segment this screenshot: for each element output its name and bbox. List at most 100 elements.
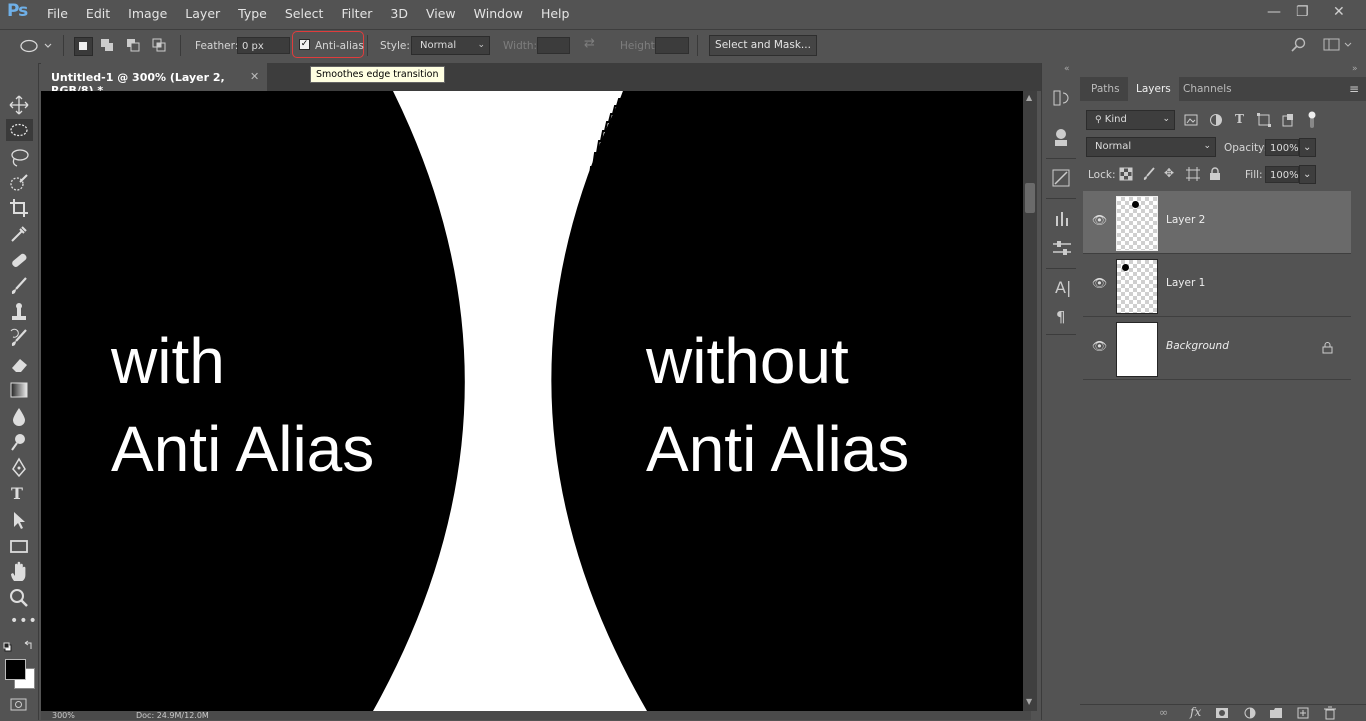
swap-icon[interactable]: ⇄ bbox=[584, 36, 595, 51]
restore-icon[interactable]: ❐ bbox=[1296, 4, 1309, 20]
quick-selection-tool-icon[interactable] bbox=[8, 172, 30, 194]
visibility-eye-icon[interactable]: 👁 bbox=[1092, 339, 1107, 353]
history-brush-tool-icon[interactable] bbox=[8, 327, 30, 349]
scroll-thumb[interactable] bbox=[1025, 183, 1035, 213]
add-to-selection-icon[interactable] bbox=[100, 38, 115, 53]
filter-shape-icon[interactable] bbox=[1257, 113, 1271, 127]
fill-dropdown-icon[interactable]: ⌄ bbox=[1299, 165, 1316, 184]
filter-smart-object-icon[interactable] bbox=[1281, 113, 1295, 127]
lock-position-icon[interactable]: ✥ bbox=[1164, 166, 1174, 180]
intersect-selection-icon[interactable] bbox=[152, 38, 167, 53]
crop-tool-icon[interactable] bbox=[8, 197, 30, 219]
delete-layer-icon[interactable] bbox=[1323, 706, 1337, 720]
opacity-input[interactable]: 100% bbox=[1265, 139, 1299, 156]
close-icon[interactable]: ✕ bbox=[1333, 4, 1345, 20]
elliptical-marquee-preset-icon[interactable] bbox=[18, 37, 54, 55]
layer-row-layer-2[interactable]: 👁 Layer 2 bbox=[1083, 191, 1351, 254]
select-and-mask-button[interactable]: Select and Mask... bbox=[709, 35, 817, 56]
search-icon[interactable] bbox=[1291, 37, 1307, 53]
adjustments-panel-icon[interactable] bbox=[1051, 238, 1073, 260]
panel-menu-icon[interactable]: ≡ bbox=[1349, 82, 1359, 96]
new-adjustment-layer-icon[interactable] bbox=[1243, 707, 1257, 719]
menu-view[interactable]: View bbox=[417, 6, 465, 21]
more-tools-icon[interactable]: ••• bbox=[10, 613, 38, 629]
properties-panel-icon[interactable] bbox=[1051, 126, 1071, 148]
menu-filter[interactable]: Filter bbox=[332, 6, 381, 21]
foreground-color-swatch[interactable] bbox=[5, 659, 26, 680]
menu-edit[interactable]: Edit bbox=[77, 6, 119, 21]
lock-transparent-icon[interactable] bbox=[1119, 167, 1133, 181]
layer-name[interactable]: Background bbox=[1166, 340, 1229, 352]
filter-toggle-icon[interactable] bbox=[1305, 110, 1319, 130]
brushes-panel-icon[interactable] bbox=[1051, 208, 1073, 230]
filter-kind-select[interactable]: ⚲ Kind ⌄ bbox=[1086, 110, 1175, 130]
layer-name[interactable]: Layer 2 bbox=[1166, 214, 1205, 226]
blend-mode-select[interactable]: Normal ⌄ bbox=[1086, 137, 1216, 157]
type-tool-icon[interactable]: T bbox=[11, 484, 23, 503]
history-panel-icon[interactable] bbox=[1051, 88, 1071, 108]
eraser-tool-icon[interactable] bbox=[8, 353, 30, 375]
vertical-scrollbar[interactable]: ▲ ▼ bbox=[1023, 91, 1037, 711]
menu-image[interactable]: Image bbox=[119, 6, 176, 21]
tab-layers[interactable]: Layers bbox=[1128, 77, 1179, 101]
menu-help[interactable]: Help bbox=[532, 6, 579, 21]
default-colors-icon[interactable] bbox=[3, 640, 35, 654]
add-mask-icon[interactable] bbox=[1215, 707, 1229, 719]
zoom-level[interactable]: 300% bbox=[52, 711, 75, 720]
paragraph-panel-icon[interactable]: ¶ bbox=[1056, 308, 1066, 326]
width-input[interactable] bbox=[537, 37, 570, 54]
pen-tool-icon[interactable] bbox=[8, 457, 30, 479]
tab-paths[interactable]: Paths bbox=[1083, 77, 1128, 101]
document-canvas[interactable]: with Anti Alias without Anti Alias bbox=[41, 91, 1023, 711]
layer-row-background[interactable]: 👁 Background bbox=[1083, 317, 1351, 380]
healing-brush-tool-icon[interactable] bbox=[8, 249, 30, 271]
menu-file[interactable]: File bbox=[38, 6, 77, 21]
style-select[interactable]: Normal ⌄ bbox=[411, 36, 490, 55]
filter-pixel-icon[interactable] bbox=[1184, 113, 1198, 127]
lasso-tool-icon[interactable] bbox=[8, 146, 30, 168]
workspace-icon[interactable] bbox=[1323, 37, 1353, 53]
document-tab[interactable]: Untitled-1 @ 300% (Layer 2, RGB/8) * ✕ bbox=[41, 63, 267, 97]
marquee-tool-active[interactable] bbox=[6, 119, 33, 141]
antialias-checkbox[interactable]: ✓ bbox=[299, 39, 310, 50]
height-input[interactable] bbox=[655, 37, 689, 54]
scroll-up-icon[interactable]: ▲ bbox=[1026, 93, 1032, 102]
close-tab-icon[interactable]: ✕ bbox=[250, 70, 259, 83]
character-panel-icon[interactable]: A| bbox=[1055, 278, 1071, 297]
link-layers-icon[interactable]: ∞ bbox=[1159, 706, 1168, 719]
collapse-panel-icon[interactable]: » bbox=[1352, 64, 1358, 74]
new-layer-icon[interactable] bbox=[1296, 707, 1310, 719]
lock-all-icon[interactable] bbox=[1209, 167, 1221, 181]
brush-settings-panel-icon[interactable] bbox=[1051, 168, 1073, 190]
gradient-tool-icon[interactable] bbox=[8, 379, 30, 401]
feather-input[interactable]: 0 px bbox=[237, 37, 290, 54]
eyedropper-tool-icon[interactable] bbox=[8, 223, 30, 245]
move-tool-icon[interactable] bbox=[8, 94, 30, 116]
minimize-icon[interactable]: — bbox=[1267, 4, 1281, 20]
subtract-from-selection-icon[interactable] bbox=[126, 38, 141, 53]
blur-tool-icon[interactable] bbox=[8, 405, 30, 427]
layer-name[interactable]: Layer 1 bbox=[1166, 277, 1205, 289]
path-selection-tool-icon[interactable] bbox=[8, 509, 30, 531]
layer-style-icon[interactable]: fx bbox=[1190, 705, 1201, 719]
scroll-down-icon[interactable]: ▼ bbox=[1026, 697, 1032, 706]
rectangle-tool-icon[interactable] bbox=[8, 535, 30, 557]
visibility-eye-icon[interactable]: 👁 bbox=[1092, 276, 1107, 290]
hand-tool-icon[interactable] bbox=[8, 561, 30, 583]
tab-channels[interactable]: Channels bbox=[1175, 77, 1240, 101]
visibility-eye-icon[interactable]: 👁 bbox=[1092, 213, 1107, 227]
clone-stamp-tool-icon[interactable] bbox=[8, 301, 30, 323]
menu-select[interactable]: Select bbox=[276, 6, 333, 21]
new-selection-icon[interactable] bbox=[74, 37, 93, 56]
zoom-tool-icon[interactable] bbox=[8, 587, 30, 609]
fill-input[interactable]: 100% bbox=[1265, 166, 1299, 183]
opacity-dropdown-icon[interactable]: ⌄ bbox=[1299, 138, 1316, 157]
menu-type[interactable]: Type bbox=[229, 6, 276, 21]
menu-layer[interactable]: Layer bbox=[176, 6, 229, 21]
filter-adjustment-icon[interactable] bbox=[1209, 113, 1223, 127]
new-group-icon[interactable] bbox=[1269, 707, 1283, 719]
menu-3d[interactable]: 3D bbox=[381, 6, 417, 21]
dodge-tool-icon[interactable] bbox=[8, 431, 30, 453]
menu-window[interactable]: Window bbox=[465, 6, 532, 21]
lock-artboard-icon[interactable] bbox=[1186, 167, 1200, 181]
